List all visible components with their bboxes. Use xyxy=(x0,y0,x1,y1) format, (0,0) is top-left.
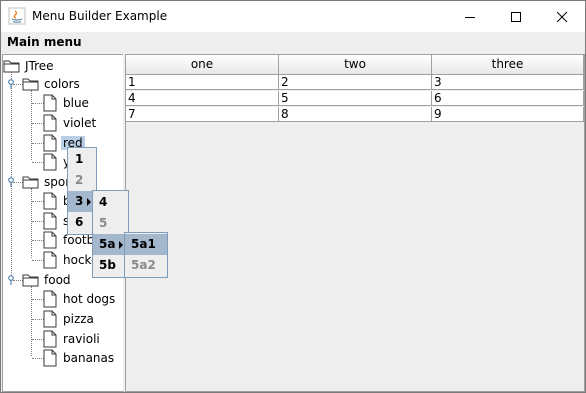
tree-leaf-hot-dogs[interactable]: hot dogs xyxy=(43,289,117,309)
tree-label-ravioli: ravioli xyxy=(63,332,100,346)
minimize-button[interactable] xyxy=(447,1,493,32)
tree-leaf-ravioli[interactable]: ravioli xyxy=(43,329,102,349)
column-header-three[interactable]: three xyxy=(432,55,584,75)
file-icon xyxy=(43,192,57,210)
close-icon xyxy=(556,11,568,22)
tree-label-hot-dogs: hot dogs xyxy=(63,292,116,306)
file-icon xyxy=(43,94,57,112)
table-cell[interactable]: 2 xyxy=(279,75,432,90)
menu-item-5a1[interactable]: 5a1 xyxy=(125,234,167,255)
tree-node-colors[interactable]: colors xyxy=(22,74,82,94)
file-icon xyxy=(43,134,57,152)
file-icon xyxy=(43,212,57,230)
title-bar[interactable]: Menu Builder Example xyxy=(1,1,585,32)
menu-item-5a[interactable]: 5a xyxy=(93,234,128,255)
tree-leaf-violet[interactable]: violet xyxy=(43,113,98,133)
menu-item-5b[interactable]: 5b xyxy=(93,255,128,276)
folder-icon xyxy=(22,176,39,189)
close-button[interactable] xyxy=(539,1,585,32)
menu-item-5a-label: 5a xyxy=(99,237,116,251)
maximize-button[interactable] xyxy=(493,1,539,32)
submenu-arrow-icon xyxy=(87,198,91,206)
menu-bar: Main menu xyxy=(1,32,585,53)
tree-leaf-bananas[interactable]: bananas xyxy=(43,348,116,368)
menu-item-5[interactable]: 5 xyxy=(93,213,128,234)
tree-colors-line xyxy=(31,90,32,160)
menu-item-1[interactable]: 1 xyxy=(68,149,96,170)
table-cell[interactable]: 5 xyxy=(279,91,432,106)
file-icon xyxy=(43,330,57,348)
folder-open-icon xyxy=(3,60,20,73)
table-cell[interactable]: 6 xyxy=(432,91,584,106)
tree-label-pizza: pizza xyxy=(63,312,94,326)
submenu-arrow-icon xyxy=(119,241,123,249)
tree-food-line xyxy=(31,286,32,356)
tree-label-food: food xyxy=(44,273,71,287)
menu-item-5a2[interactable]: 5a2 xyxy=(125,255,167,276)
app-window: Menu Builder Example Main menu JTree col… xyxy=(0,0,586,393)
context-menu-3: 5a1 5a2 xyxy=(124,232,168,278)
file-icon xyxy=(43,290,57,308)
table-cell[interactable]: 4 xyxy=(126,91,279,106)
java-app-icon xyxy=(8,7,26,25)
tree-label-colors: colors xyxy=(44,77,80,91)
folder-icon xyxy=(22,274,39,287)
minimize-icon xyxy=(465,16,475,18)
table-cell[interactable]: 7 xyxy=(126,107,279,122)
table-cell[interactable]: 9 xyxy=(432,107,584,122)
tree-label-blue: blue xyxy=(63,96,89,110)
tree-node-sports[interactable]: spor xyxy=(22,172,72,192)
file-icon xyxy=(43,349,57,367)
tree-label-bananas: bananas xyxy=(63,351,115,365)
tree-root[interactable]: JTree xyxy=(3,56,56,76)
main-menu[interactable]: Main menu xyxy=(7,35,82,49)
tree-sports-line xyxy=(31,188,32,258)
tree-label-violet: violet xyxy=(63,116,97,130)
menu-item-4[interactable]: 4 xyxy=(93,192,128,213)
tree-root-line xyxy=(11,70,12,279)
file-icon xyxy=(43,310,57,328)
tree-node-food[interactable]: food xyxy=(22,270,73,290)
maximize-icon xyxy=(511,11,521,22)
table-cell[interactable]: 1 xyxy=(126,75,279,90)
tree-leaf-pizza[interactable]: pizza xyxy=(43,309,96,329)
file-icon xyxy=(43,153,57,171)
menu-item-2[interactable]: 2 xyxy=(68,170,96,191)
column-header-two[interactable]: two xyxy=(279,55,432,75)
tree-leaf-blue[interactable]: blue xyxy=(43,93,91,113)
folder-icon xyxy=(22,78,39,91)
tree-root-label: JTree xyxy=(25,59,54,73)
file-icon xyxy=(43,114,57,132)
file-icon xyxy=(43,231,57,249)
window-title: Menu Builder Example xyxy=(32,9,168,23)
table-cell[interactable]: 8 xyxy=(279,107,432,122)
file-icon xyxy=(43,251,57,269)
column-header-one[interactable]: one xyxy=(126,55,279,75)
table-pane: one two three 1 2 3 4 5 6 7 8 9 xyxy=(125,54,585,392)
menu-item-3-label: 3 xyxy=(75,194,84,208)
table-cell[interactable]: 3 xyxy=(432,75,584,90)
